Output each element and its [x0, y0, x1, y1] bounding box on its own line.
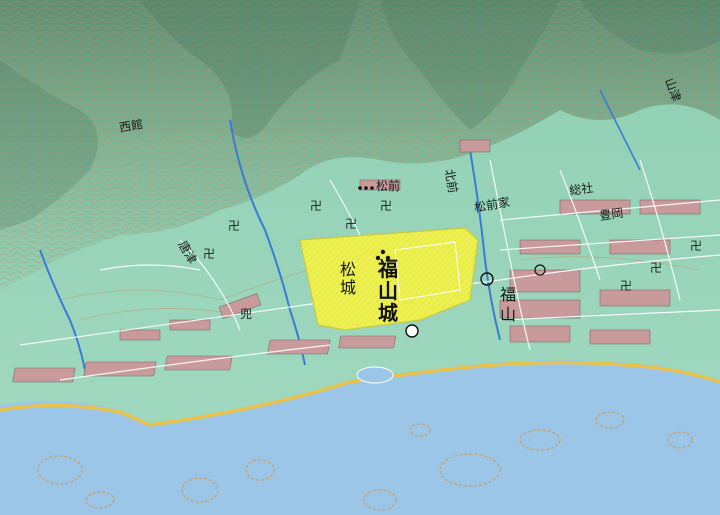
- label-matsu-castle-2: 城: [340, 278, 356, 297]
- temple-symbol: 卍: [620, 279, 632, 293]
- label-kabuto: 兜: [240, 306, 252, 321]
- temple-symbol: 卍: [228, 219, 240, 233]
- temple-symbol: 卍: [310, 199, 322, 213]
- topographic-map: 卍 卍 卍 卍 卍 卍 卍 卍 福 山 城 松 城 福 山 唐津 西館 松前 松…: [0, 0, 720, 515]
- label-fukuyama-2: 山: [500, 305, 516, 324]
- post-office-marker: [405, 324, 419, 338]
- map-canvas: 卍 卍 卍 卍 卍 卍 卍 卍 福 山 城 松 城 福 山 唐津 西館 松前 松…: [0, 0, 720, 515]
- label-matsu-castle-1: 松: [340, 260, 356, 279]
- temple-symbol: 卍: [380, 199, 392, 213]
- temple-symbol: 卍: [690, 239, 702, 253]
- temple-symbol: 卍: [345, 217, 357, 231]
- label-matsumae: 松前: [376, 178, 400, 193]
- label-fukuyama-castle-3: 城: [378, 301, 398, 325]
- label-fukuyama-1: 福: [500, 285, 516, 304]
- inlet: [356, 366, 394, 384]
- temple-symbol: 卍: [650, 261, 662, 275]
- label-fukuyama-castle-1: 福: [377, 257, 398, 281]
- temple-symbol: 卍: [203, 247, 215, 261]
- label-fukuyama-castle-2: 山: [378, 279, 398, 303]
